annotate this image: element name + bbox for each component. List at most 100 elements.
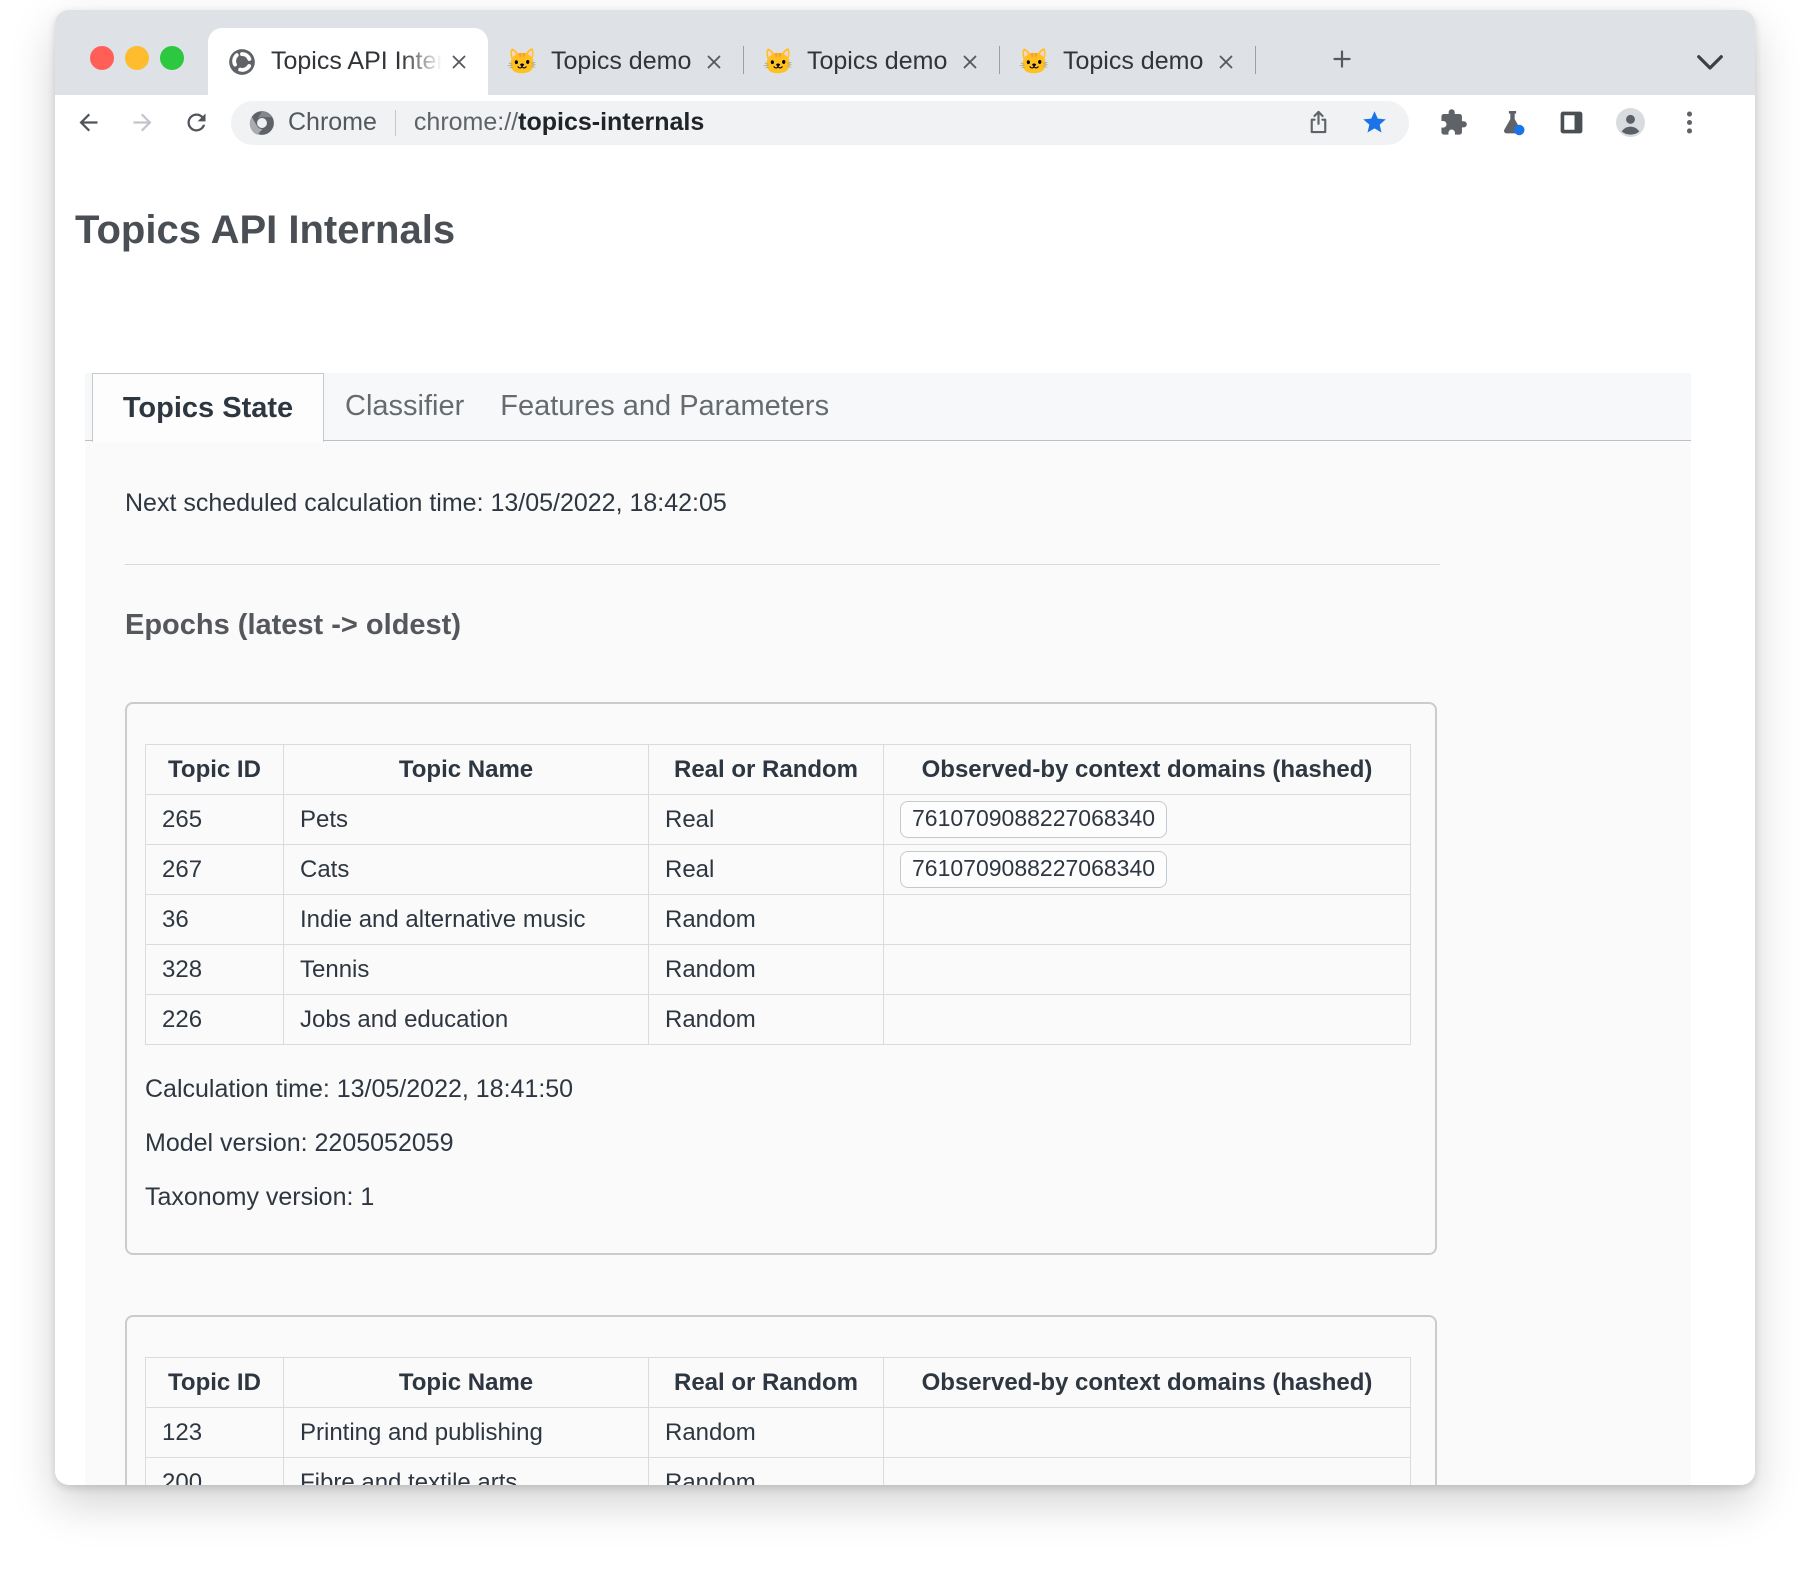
menu-dots-icon[interactable] xyxy=(1670,104,1708,142)
real-or-random-cell: Real xyxy=(649,845,884,895)
table-row: 267CatsReal 7610709088227068340 xyxy=(146,845,1411,895)
reload-button[interactable] xyxy=(177,104,215,142)
column-header: Observed-by context domains (hashed) xyxy=(884,745,1411,795)
zoom-window-button[interactable] xyxy=(160,46,184,70)
browser-tab[interactable]: 🐱 Topics demo xyxy=(1000,28,1255,95)
topic-name-cell: Indie and alternative music xyxy=(284,895,649,945)
tab-close-icon[interactable] xyxy=(442,45,476,79)
page-tab-row: Topics State Classifier Features and Param… xyxy=(85,373,1691,441)
epochs-container: Topic IDTopic NameReal or RandomObserved… xyxy=(125,702,1691,1485)
chrome-page-icon xyxy=(228,48,256,76)
tab-title: Topics demo xyxy=(1063,47,1209,76)
address-site-label: Chrome xyxy=(288,108,377,137)
next-calculation-time: Next scheduled calculation time: 13/05/2… xyxy=(125,489,1691,518)
page-tab-features-and-parameters[interactable]: Features and Parameters xyxy=(500,390,829,423)
address-bar[interactable]: Chrome chrome://topics-internals xyxy=(231,101,1409,145)
browser-tab[interactable]: 🐱Topics demo xyxy=(744,28,999,95)
real-or-random-cell: Random xyxy=(649,1408,884,1458)
epoch-table: Topic IDTopic NameReal or RandomObserved… xyxy=(145,744,1411,1045)
real-or-random-cell: Real xyxy=(649,795,884,845)
url-scheme: chrome:// xyxy=(414,108,518,137)
topic-name-cell: Tennis xyxy=(284,945,649,995)
observed-domains-cell xyxy=(884,995,1411,1045)
column-header: Topic Name xyxy=(284,745,649,795)
table-row: 328TennisRandom xyxy=(146,945,1411,995)
topic-name-cell: Printing and publishing xyxy=(284,1408,649,1458)
tab-overflow-chevron-icon[interactable] xyxy=(1695,52,1725,74)
back-button[interactable] xyxy=(69,104,107,142)
topic-name-cell: Pets xyxy=(284,795,649,845)
tab-close-icon[interactable] xyxy=(697,45,731,79)
profile-avatar[interactable] xyxy=(1611,104,1649,142)
column-header: Real or Random xyxy=(649,745,884,795)
topics-state-panel: Next scheduled calculation time: 13/05/2… xyxy=(85,441,1691,1485)
epoch-panel: Topic IDTopic NameReal or RandomObserved… xyxy=(125,702,1437,1255)
hashed-domain-chip: 7610709088227068340 xyxy=(900,851,1167,888)
experiments-beaker-icon[interactable] xyxy=(1493,104,1531,142)
topic-id-cell: 328 xyxy=(146,945,284,995)
tab-box: Topics State Classifier Features and Param… xyxy=(85,373,1691,1485)
table-row: 226Jobs and educationRandom xyxy=(146,995,1411,1045)
page-tab-topics-state[interactable]: Topics State xyxy=(92,373,324,442)
browser-toolbar: Chrome chrome://topics-internals xyxy=(55,95,1755,150)
observed-domains-cell: 7610709088227068340 xyxy=(884,795,1411,845)
real-or-random-cell: Random xyxy=(649,895,884,945)
page-content: Topics API Internals Topics State Classif… xyxy=(55,150,1755,1485)
divider xyxy=(125,564,1440,565)
bookmark-star-icon[interactable] xyxy=(1357,106,1391,140)
topic-name-cell: Cats xyxy=(284,845,649,895)
epochs-heading: Epochs (latest -> oldest) xyxy=(125,609,1691,642)
forward-button[interactable] xyxy=(123,104,161,142)
page-title: Topics API Internals xyxy=(75,208,1755,253)
browser-tab[interactable]: 🐱Topics demo xyxy=(488,28,743,95)
chrome-logo-icon xyxy=(249,110,275,136)
extensions-puzzle-icon[interactable] xyxy=(1434,104,1472,142)
table-row: 123Printing and publishingRandom xyxy=(146,1408,1411,1458)
observed-domains-cell xyxy=(884,1408,1411,1458)
address-separator xyxy=(395,110,396,136)
page-tab-classifier[interactable]: Classifier xyxy=(345,390,464,423)
tab-title: Topics demo xyxy=(807,47,953,76)
minimize-window-button[interactable] xyxy=(125,46,149,70)
observed-domains-cell xyxy=(884,945,1411,995)
column-header: Observed-by context domains (hashed) xyxy=(884,1358,1411,1408)
table-row: 265PetsReal 7610709088227068340 xyxy=(146,795,1411,845)
topic-name-cell: Jobs and education xyxy=(284,995,649,1045)
topic-name-cell: Fibre and textile arts xyxy=(284,1458,649,1486)
tab-divider xyxy=(1255,46,1256,74)
real-or-random-cell: Random xyxy=(649,995,884,1045)
topic-id-cell: 226 xyxy=(146,995,284,1045)
topic-id-cell: 267 xyxy=(146,845,284,895)
toolbar-actions xyxy=(1434,104,1708,142)
browser-tabs: Topics API Intern 🐱 Topics demo 🐱 Topics dem… xyxy=(208,10,1362,95)
close-window-button[interactable] xyxy=(90,46,114,70)
observed-domains-cell xyxy=(884,1458,1411,1486)
share-icon[interactable] xyxy=(1301,106,1335,140)
url-host: topics-internals xyxy=(518,108,704,137)
column-header: Topic Name xyxy=(284,1358,649,1408)
topic-id-cell: 123 xyxy=(146,1408,284,1458)
browser-tab-active[interactable]: Topics API Intern xyxy=(208,28,488,95)
observed-domains-cell xyxy=(884,895,1411,945)
column-header: Real or Random xyxy=(649,1358,884,1408)
screen: Topics API Intern 🐱 Topics demo 🐱 Topics dem… xyxy=(0,0,1810,1576)
cat-favicon-icon: 🐱 xyxy=(1020,48,1048,76)
epoch-panel: Topic IDTopic NameReal or RandomObserved… xyxy=(125,1315,1437,1485)
topic-id-cell: 265 xyxy=(146,795,284,845)
table-row: 36Indie and alternative musicRandom xyxy=(146,895,1411,945)
topic-id-cell: 36 xyxy=(146,895,284,945)
topic-id-cell: 200 xyxy=(146,1458,284,1486)
hashed-domain-chip: 7610709088227068340 xyxy=(900,801,1167,838)
tab-close-icon[interactable] xyxy=(953,45,987,79)
observed-domains-cell: 7610709088227068340 xyxy=(884,845,1411,895)
cat-favicon-icon: 🐱 xyxy=(508,48,536,76)
tab-close-icon[interactable] xyxy=(1209,45,1243,79)
window-controls xyxy=(90,46,184,70)
new-tab-button[interactable] xyxy=(1322,39,1362,79)
epoch-taxonomy-version: Taxonomy version: 1 xyxy=(145,1177,1435,1217)
epoch-model-version: Model version: 2205052059 xyxy=(145,1123,1435,1163)
browser-window: Topics API Intern 🐱 Topics demo 🐱 Topics dem… xyxy=(55,10,1755,1485)
epoch-calculation-time: Calculation time: 13/05/2022, 18:41:50 xyxy=(145,1069,1435,1109)
real-or-random-cell: Random xyxy=(649,945,884,995)
side-panel-icon[interactable] xyxy=(1552,104,1590,142)
